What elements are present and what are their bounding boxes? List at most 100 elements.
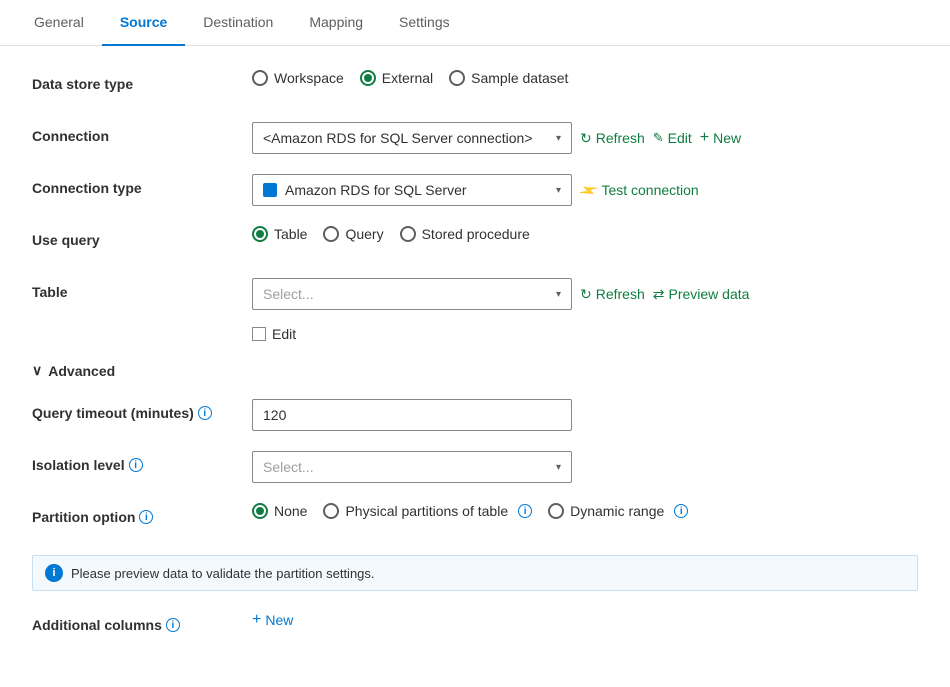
data-store-type-row: Data store type Workspace External Sampl… [32, 70, 918, 102]
use-query-row: Use query Table Query Stored procedure [32, 226, 918, 258]
isolation-level-controls: Select... ▾ [252, 451, 918, 483]
additional-columns-info-icon: i [166, 618, 180, 632]
radio-external-outer [360, 70, 376, 86]
table-chevron-icon: ▾ [556, 289, 561, 300]
radio-query-label: Query [345, 226, 383, 242]
partition-option-row: Partition option i None Physical partiti… [32, 503, 918, 535]
radio-sample-label: Sample dataset [471, 70, 568, 86]
radio-stored-proc-outer [400, 226, 416, 242]
test-connection-link[interactable]: ⚡ Test connection [580, 182, 699, 199]
advanced-toggle[interactable]: ∨ Advanced [32, 362, 918, 379]
info-banner-text: Please preview data to validate the part… [71, 566, 375, 581]
connection-edit-label: Edit [668, 130, 692, 146]
radio-dynamic[interactable]: Dynamic range i [548, 503, 688, 519]
radio-table[interactable]: Table [252, 226, 307, 242]
test-connection-icon: ⚡ [577, 178, 601, 202]
partition-option-label: Partition option i [32, 503, 252, 525]
table-refresh-icon: ↻ [580, 286, 592, 303]
connection-row: Connection <Amazon RDS for SQL Server co… [32, 122, 918, 154]
connection-type-row: Connection type Amazon RDS for SQL Serve… [32, 174, 918, 206]
table-preview-link[interactable]: ⇄ Preview data [653, 286, 750, 303]
table-edit-checkbox-wrapper[interactable]: Edit [252, 326, 296, 342]
data-store-type-radio-group: Workspace External Sample dataset [252, 70, 568, 86]
connection-type-dropdown[interactable]: Amazon RDS for SQL Server ▾ [252, 174, 572, 206]
radio-none-label: None [274, 503, 307, 519]
table-label: Table [32, 278, 252, 300]
radio-workspace-outer [252, 70, 268, 86]
radio-none-outer [252, 503, 268, 519]
radio-physical[interactable]: Physical partitions of table i [323, 503, 532, 519]
additional-columns-new-button[interactable]: + New [252, 611, 293, 629]
tab-bar: General Source Destination Mapping Setti… [0, 0, 950, 46]
use-query-controls: Table Query Stored procedure [252, 226, 918, 242]
tab-mapping[interactable]: Mapping [291, 0, 381, 46]
table-placeholder: Select... [263, 286, 548, 302]
radio-stored-proc[interactable]: Stored procedure [400, 226, 530, 242]
radio-dynamic-label: Dynamic range [570, 503, 664, 519]
additional-columns-new-label: New [265, 612, 293, 628]
radio-workspace[interactable]: Workspace [252, 70, 344, 86]
isolation-level-placeholder: Select... [263, 459, 548, 475]
connection-refresh-icon: ↻ [580, 130, 592, 147]
radio-physical-info-icon: i [518, 504, 532, 518]
additional-columns-plus-icon: + [252, 611, 261, 629]
connection-new-link[interactable]: + New [700, 129, 741, 147]
use-query-radio-group: Table Query Stored procedure [252, 226, 530, 242]
data-store-type-label: Data store type [32, 70, 252, 92]
radio-none-inner [256, 507, 264, 515]
query-timeout-row: Query timeout (minutes) i [32, 399, 918, 431]
radio-sample-outer [449, 70, 465, 86]
connection-dropdown[interactable]: <Amazon RDS for SQL Server connection> ▾ [252, 122, 572, 154]
radio-none[interactable]: None [252, 503, 307, 519]
radio-stored-proc-label: Stored procedure [422, 226, 530, 242]
radio-workspace-label: Workspace [274, 70, 344, 86]
connection-new-label: New [713, 130, 741, 146]
table-edit-checkbox[interactable] [252, 327, 266, 341]
additional-columns-row: Additional columns i + New [32, 611, 918, 643]
table-edit-checkbox-label: Edit [272, 326, 296, 342]
radio-dynamic-outer [548, 503, 564, 519]
table-preview-label: Preview data [669, 286, 750, 302]
radio-query-outer [323, 226, 339, 242]
connection-value: <Amazon RDS for SQL Server connection> [263, 130, 548, 146]
radio-sample[interactable]: Sample dataset [449, 70, 568, 86]
radio-physical-outer [323, 503, 339, 519]
isolation-level-dropdown[interactable]: Select... ▾ [252, 451, 572, 483]
connection-edit-icon: ✎ [653, 130, 664, 146]
info-banner: i Please preview data to validate the pa… [32, 555, 918, 591]
tab-general[interactable]: General [16, 0, 102, 46]
tab-settings[interactable]: Settings [381, 0, 468, 46]
isolation-level-label: Isolation level i [32, 451, 252, 473]
table-controls: Select... ▾ ↻ Refresh ⇄ Preview data Edi… [252, 278, 918, 342]
radio-external-inner [364, 74, 372, 82]
table-preview-icon: ⇄ [653, 286, 665, 303]
table-refresh-label: Refresh [596, 286, 645, 302]
connection-label: Connection [32, 122, 252, 144]
table-dropdown[interactable]: Select... ▾ [252, 278, 572, 310]
connection-edit-link[interactable]: ✎ Edit [653, 130, 692, 146]
connection-refresh-link[interactable]: ↻ Refresh [580, 130, 645, 147]
additional-columns-label: Additional columns i [32, 611, 252, 633]
radio-table-label: Table [274, 226, 307, 242]
query-timeout-label: Query timeout (minutes) i [32, 399, 252, 421]
isolation-level-chevron-icon: ▾ [556, 462, 561, 473]
isolation-level-row: Isolation level i Select... ▾ [32, 451, 918, 483]
form-content: Data store type Workspace External Sampl… [0, 46, 950, 687]
radio-table-outer [252, 226, 268, 242]
table-refresh-link[interactable]: ↻ Refresh [580, 286, 645, 303]
connection-type-label: Connection type [32, 174, 252, 196]
query-timeout-controls [252, 399, 918, 431]
isolation-level-info-icon: i [129, 458, 143, 472]
table-row: Table Select... ▾ ↻ Refresh ⇄ Preview da… [32, 278, 918, 342]
radio-query[interactable]: Query [323, 226, 383, 242]
connection-refresh-label: Refresh [596, 130, 645, 146]
tab-source[interactable]: Source [102, 0, 185, 46]
partition-radio-group: None Physical partitions of table i Dyna… [252, 503, 688, 519]
connection-controls: <Amazon RDS for SQL Server connection> ▾… [252, 122, 918, 154]
tab-destination[interactable]: Destination [185, 0, 291, 46]
additional-columns-controls: + New [252, 611, 918, 629]
test-connection-label: Test connection [601, 182, 698, 198]
radio-external[interactable]: External [360, 70, 433, 86]
advanced-collapse-icon: ∨ [32, 362, 42, 379]
query-timeout-input[interactable] [252, 399, 572, 431]
